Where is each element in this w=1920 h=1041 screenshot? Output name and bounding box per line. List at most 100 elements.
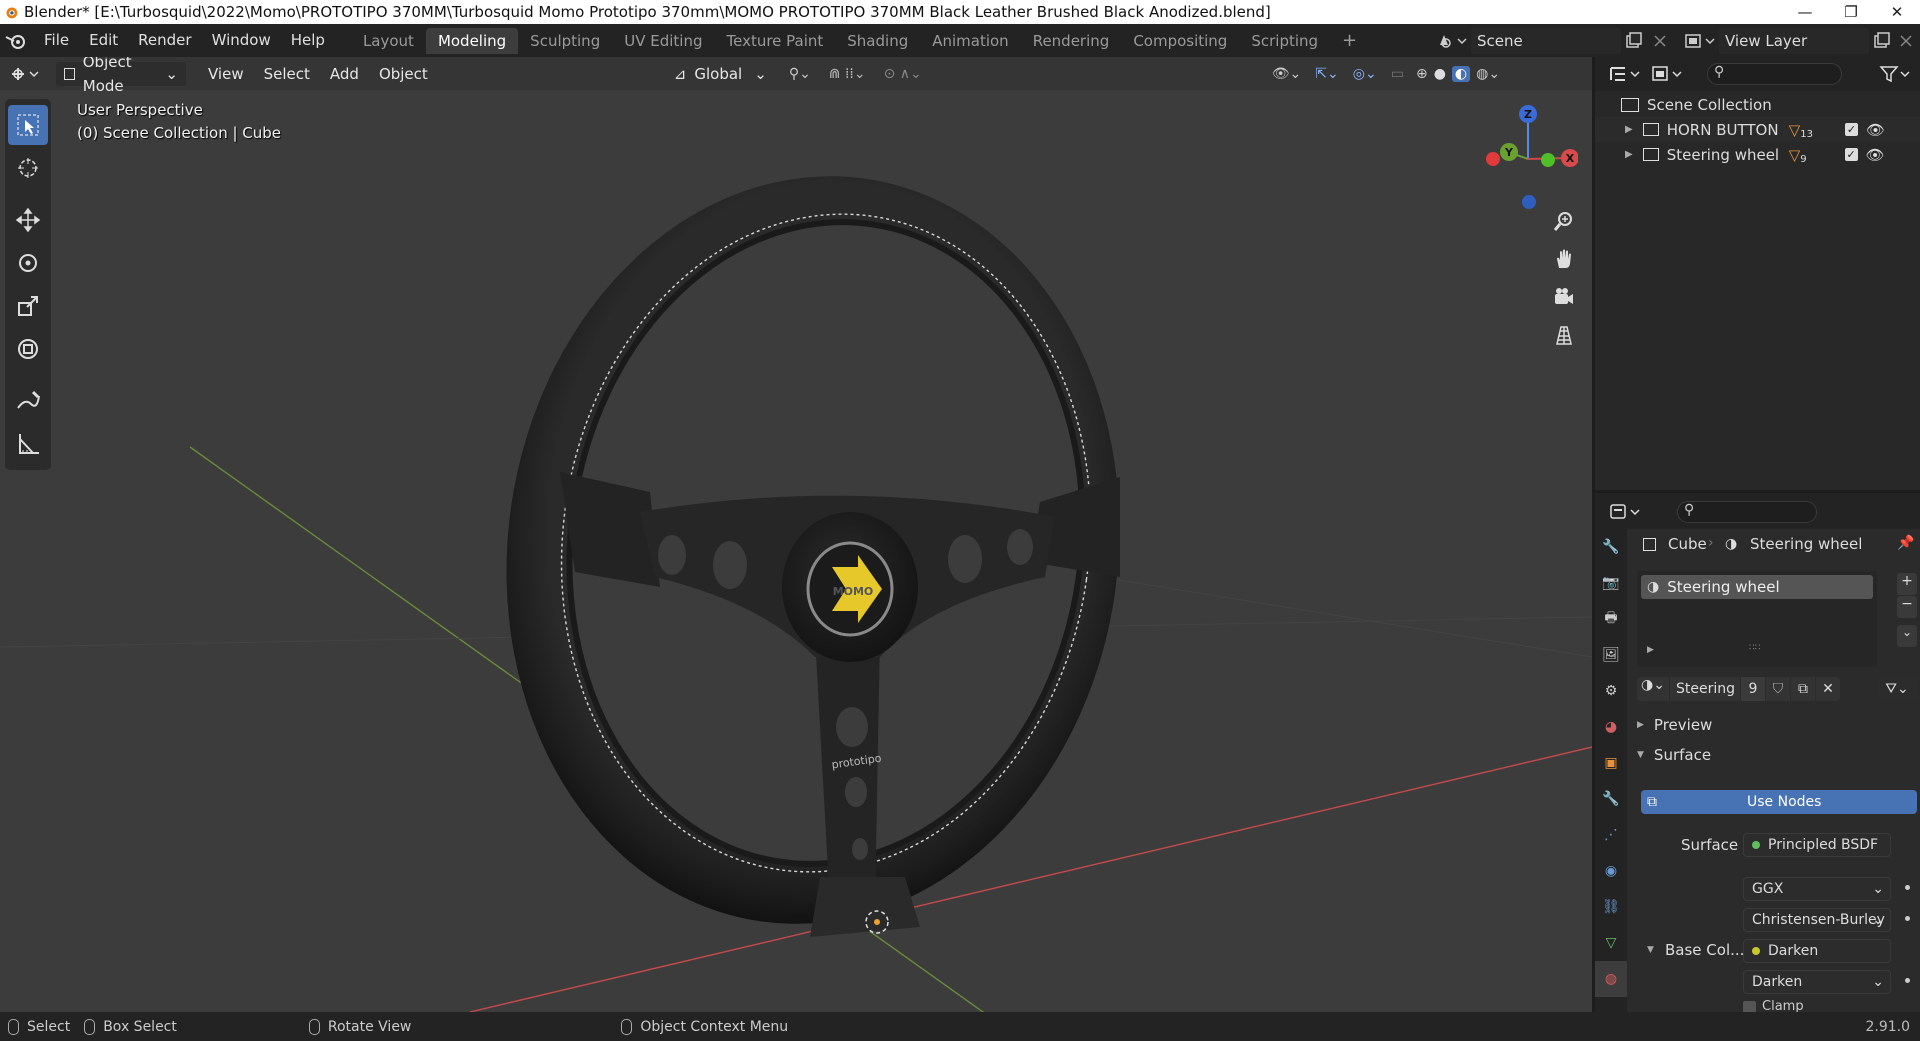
- subsurface-method-dropdown[interactable]: Christensen-Burley ⌄: [1743, 908, 1891, 932]
- slot-specials-button[interactable]: ⌄: [1897, 625, 1917, 647]
- blender-menu-icon[interactable]: [0, 29, 34, 53]
- outliner-item-steering-wheel[interactable]: ▶ Steering wheel ▽ 9 ✓ 👁: [1595, 142, 1920, 167]
- move-tool-icon[interactable]: [8, 200, 48, 240]
- resize-handle-icon[interactable]: ∷∷: [1749, 643, 1760, 653]
- shading-wireframe-icon[interactable]: ⊕: [1416, 66, 1428, 82]
- shading-material-icon[interactable]: ◐: [1451, 65, 1471, 82]
- tab-compositing[interactable]: Compositing: [1121, 28, 1239, 54]
- pin-icon[interactable]: 📌: [1897, 535, 1914, 551]
- delete-view-layer-icon[interactable]: [1896, 31, 1916, 51]
- scale-tool-icon[interactable]: [8, 286, 48, 326]
- menu-render[interactable]: Render: [128, 24, 201, 57]
- zoom-icon[interactable]: [1548, 205, 1580, 237]
- display-mode-icon[interactable]: [1649, 63, 1685, 85]
- delete-scene-icon[interactable]: [1650, 31, 1670, 51]
- surface-shader-field[interactable]: Principled BSDF: [1743, 833, 1891, 857]
- maximize-button[interactable]: ❐: [1828, 3, 1874, 21]
- tab-texture-paint[interactable]: Texture Paint: [714, 28, 835, 54]
- use-nodes-button[interactable]: ⧉ Use Nodes: [1641, 790, 1917, 814]
- camera-view-icon[interactable]: [1548, 281, 1580, 313]
- expand-arrow-icon[interactable]: ▶: [1625, 124, 1633, 135]
- clamp-checkbox[interactable]: [1743, 1001, 1756, 1012]
- menu-view[interactable]: View: [200, 62, 252, 86]
- tab-particles-icon[interactable]: ⋰: [1595, 817, 1627, 853]
- outliner-editor-icon[interactable]: [1607, 63, 1643, 85]
- exclude-checkbox[interactable]: ✓: [1844, 148, 1858, 161]
- orthographic-grid-icon[interactable]: [1548, 319, 1580, 351]
- eye-icon[interactable]: 👁: [1866, 146, 1885, 164]
- scene-type-icon[interactable]: [1434, 30, 1468, 52]
- blend-mode-dropdown[interactable]: Darken ⌄: [1743, 970, 1891, 994]
- gizmo-neg-y[interactable]: [1541, 153, 1555, 167]
- remove-slot-button[interactable]: −: [1897, 596, 1917, 618]
- material-slot-list[interactable]: ◑ Steering wheel ▶ ∷∷: [1637, 571, 1877, 667]
- material-slot-item[interactable]: ◑ Steering wheel: [1641, 575, 1873, 599]
- duplicate-material-icon[interactable]: ⧉: [1791, 677, 1815, 701]
- xray-icon[interactable]: ▭: [1391, 66, 1404, 82]
- proportional-editing-icon[interactable]: ⊙ ∧⌄: [884, 66, 922, 82]
- gizmo-toggle-icon[interactable]: ⇱⌄: [1315, 66, 1338, 82]
- cursor-tool-icon[interactable]: [8, 148, 48, 188]
- tab-world-icon[interactable]: ◕: [1595, 709, 1627, 745]
- snap-icon[interactable]: ⋒ ⁞⁞⌄: [829, 66, 866, 82]
- surface-panel-header[interactable]: ▼ Surface: [1631, 741, 1920, 769]
- fake-user-icon[interactable]: ⛉: [1766, 677, 1790, 701]
- view-layer-icon[interactable]: [1682, 30, 1716, 52]
- measure-tool-icon[interactable]: [8, 424, 48, 464]
- tab-rendering[interactable]: Rendering: [1021, 28, 1122, 54]
- tab-view-layer-icon[interactable]: 🖼: [1595, 637, 1627, 673]
- properties-editor-icon[interactable]: [1607, 501, 1643, 523]
- tab-uv-editing[interactable]: UV Editing: [612, 28, 714, 54]
- new-scene-icon[interactable]: [1624, 31, 1644, 51]
- outliner-item-horn-button[interactable]: ▶ HORN BUTTON ▽ 13 ✓ 👁: [1595, 117, 1920, 142]
- add-slot-button[interactable]: +: [1897, 573, 1917, 595]
- tab-data-icon[interactable]: ▽: [1595, 925, 1627, 961]
- new-view-layer-icon[interactable]: [1872, 31, 1892, 51]
- visibility-icon[interactable]: 👁⌄: [1272, 66, 1302, 82]
- minimize-button[interactable]: —: [1782, 3, 1828, 21]
- select-tool-icon[interactable]: [8, 105, 48, 145]
- tab-render-icon[interactable]: 📷: [1595, 565, 1627, 601]
- outliner-search-input[interactable]: ⚲: [1707, 63, 1842, 85]
- tab-shading[interactable]: Shading: [835, 28, 920, 54]
- base-color-field[interactable]: Darken: [1743, 939, 1891, 963]
- user-count[interactable]: 9: [1741, 677, 1765, 701]
- tab-layout[interactable]: Layout: [351, 28, 426, 54]
- pivot-icon[interactable]: ⚲⌄: [789, 66, 811, 82]
- shading-rendered-icon[interactable]: ◍⌄: [1476, 66, 1500, 82]
- distribution-dropdown[interactable]: GGX ⌄: [1743, 877, 1891, 901]
- clamp-checkbox-row[interactable]: Clamp: [1743, 999, 1804, 1012]
- tab-modifier-icon[interactable]: 🔧: [1595, 781, 1627, 817]
- shading-solid-icon[interactable]: ●: [1434, 66, 1446, 82]
- unlink-material-icon[interactable]: ✕: [1816, 677, 1840, 701]
- menu-edit[interactable]: Edit: [79, 24, 128, 57]
- mesh-filter-icon[interactable]: ▽: [1789, 146, 1801, 164]
- tab-physics-icon[interactable]: ◉: [1595, 853, 1627, 889]
- tab-material-icon[interactable]: ◍: [1595, 961, 1627, 997]
- gizmo-neg-x[interactable]: [1486, 152, 1500, 166]
- pan-hand-icon[interactable]: [1548, 243, 1580, 275]
- tab-output-icon[interactable]: 🖶: [1595, 601, 1627, 637]
- expand-arrow-icon[interactable]: ▶: [1625, 149, 1633, 160]
- rotate-tool-icon[interactable]: [8, 243, 48, 283]
- material-name-field[interactable]: Steering ...: [1670, 677, 1740, 701]
- tab-scene-icon[interactable]: ⚙: [1595, 673, 1627, 709]
- gizmo-neg-z[interactable]: [1522, 195, 1536, 209]
- expand-arrow-icon[interactable]: ▼: [1647, 945, 1654, 955]
- exclude-checkbox[interactable]: ✓: [1844, 123, 1858, 136]
- menu-object[interactable]: Object: [371, 62, 436, 86]
- 3d-viewport[interactable]: MOMO prototipo Object Mode ⌄ View Select…: [0, 57, 1592, 1012]
- tab-sculpting[interactable]: Sculpting: [518, 28, 612, 54]
- tab-tool-icon[interactable]: 🔧: [1595, 529, 1627, 565]
- material-browse-button[interactable]: ◑⌄: [1637, 677, 1669, 701]
- mesh-filter-icon[interactable]: ▽: [1789, 121, 1801, 139]
- add-workspace-button[interactable]: +: [1330, 28, 1369, 54]
- orientation-dropdown[interactable]: ⊿ Global ⌄: [666, 62, 775, 86]
- link-dropdown-icon[interactable]: ⛛⌄: [1877, 677, 1917, 701]
- scene-field[interactable]: Scene: [1471, 28, 1621, 54]
- tab-animation[interactable]: Animation: [920, 28, 1020, 54]
- eye-icon[interactable]: 👁: [1866, 121, 1885, 139]
- tab-modeling[interactable]: Modeling: [425, 27, 519, 54]
- preview-panel-header[interactable]: ▶ Preview: [1631, 711, 1920, 739]
- annotate-tool-icon[interactable]: [8, 381, 48, 421]
